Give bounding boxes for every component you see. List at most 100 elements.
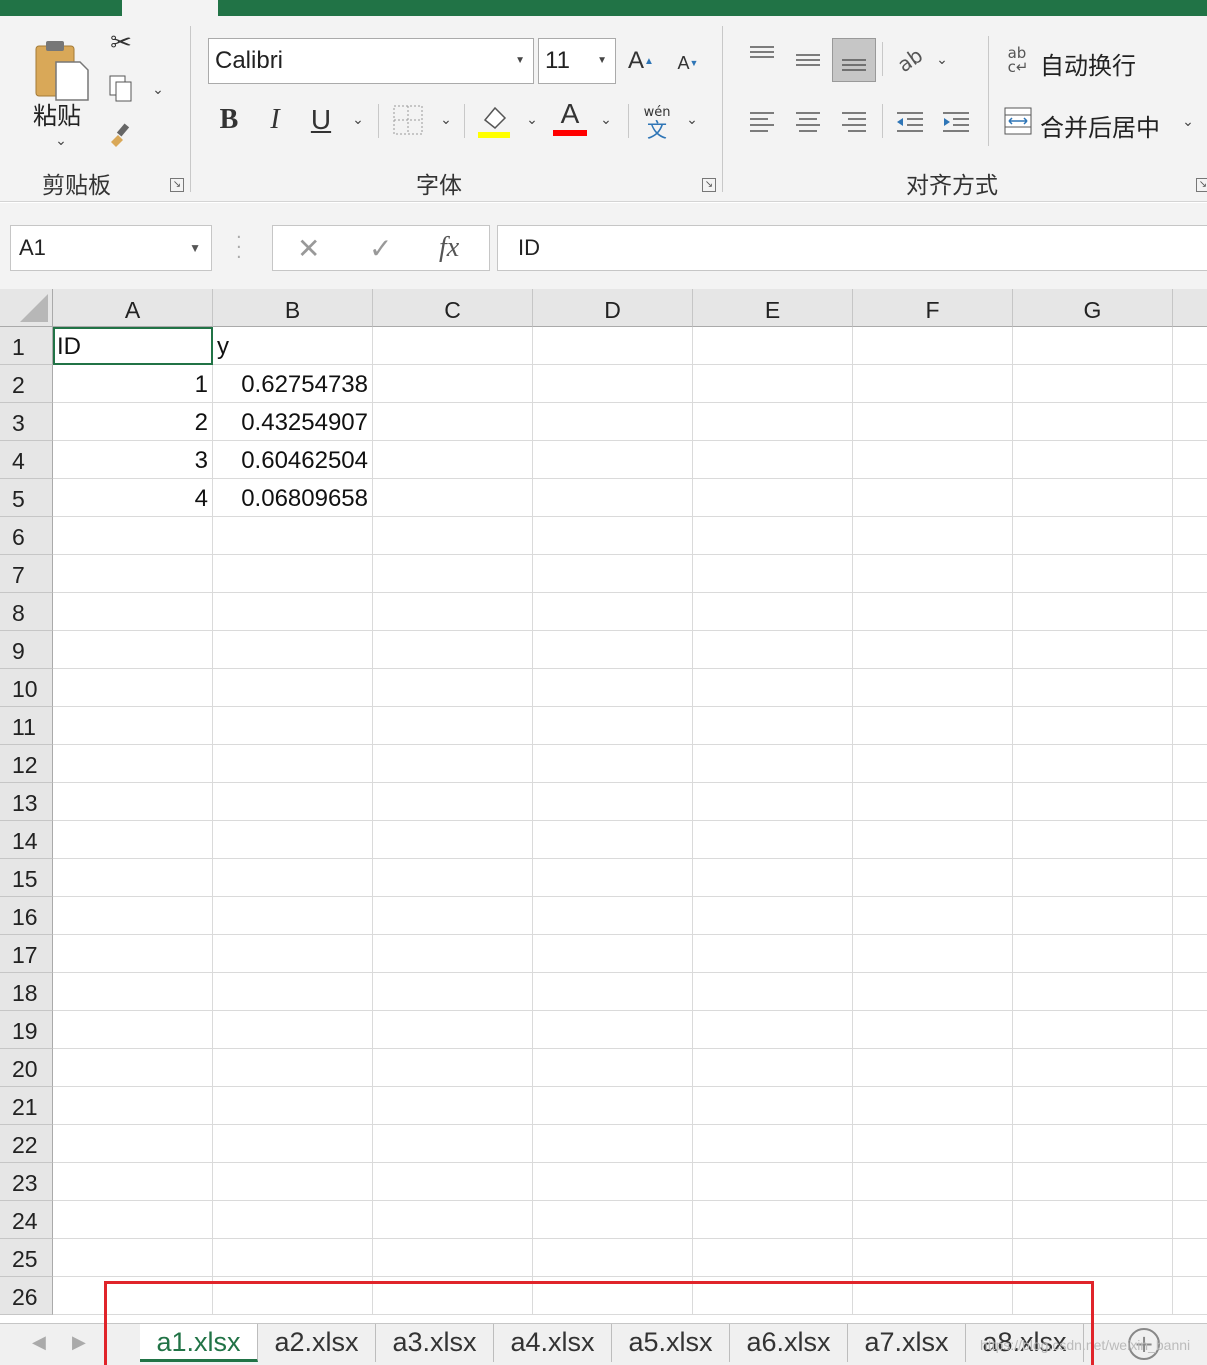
paste-dropdown-chevron-icon[interactable]: ⌄ xyxy=(54,133,68,149)
row-header-8[interactable]: 8 xyxy=(0,593,53,631)
cell-c25[interactable] xyxy=(373,1239,533,1277)
cell-g9[interactable] xyxy=(1013,631,1173,669)
cell-e24[interactable] xyxy=(693,1201,853,1239)
wrap-text-button[interactable]: 自动换行 xyxy=(1040,46,1136,81)
cell-h22[interactable] xyxy=(1173,1125,1207,1163)
select-all-button[interactable] xyxy=(0,289,53,327)
cell-g1[interactable] xyxy=(1013,327,1173,365)
cell-g2[interactable] xyxy=(1013,365,1173,403)
cell-h11[interactable] xyxy=(1173,707,1207,745)
row-header-17[interactable]: 17 xyxy=(0,935,53,973)
cell-c2[interactable] xyxy=(373,365,533,403)
cell-b22[interactable] xyxy=(213,1125,373,1163)
cell-d6[interactable] xyxy=(533,517,693,555)
row-header-11[interactable]: 11 xyxy=(0,707,53,745)
cell-h16[interactable] xyxy=(1173,897,1207,935)
cell-c15[interactable] xyxy=(373,859,533,897)
cell-f20[interactable] xyxy=(853,1049,1013,1087)
cell-d3[interactable] xyxy=(533,403,693,441)
cell-a12[interactable] xyxy=(53,745,213,783)
cell-b20[interactable] xyxy=(213,1049,373,1087)
align-center-icon[interactable] xyxy=(792,108,824,136)
cell-a4[interactable]: 3 xyxy=(53,441,213,479)
align-left-icon[interactable] xyxy=(746,108,778,136)
cell-c19[interactable] xyxy=(373,1011,533,1049)
cell-b13[interactable] xyxy=(213,783,373,821)
cell-f7[interactable] xyxy=(853,555,1013,593)
cell-d23[interactable] xyxy=(533,1163,693,1201)
cell-a6[interactable] xyxy=(53,517,213,555)
row-header-20[interactable]: 20 xyxy=(0,1049,53,1087)
cell-g15[interactable] xyxy=(1013,859,1173,897)
cell-e4[interactable] xyxy=(693,441,853,479)
cell-a25[interactable] xyxy=(53,1239,213,1277)
sheet-tab-6[interactable]: a6.xlsx xyxy=(730,1324,848,1362)
cell-h24[interactable] xyxy=(1173,1201,1207,1239)
cell-c24[interactable] xyxy=(373,1201,533,1239)
row-header-12[interactable]: 12 xyxy=(0,745,53,783)
merge-center-button[interactable]: 合并后居中 xyxy=(1040,108,1160,143)
column-header-g[interactable]: G xyxy=(1013,289,1173,327)
cell-f11[interactable] xyxy=(853,707,1013,745)
underline-button[interactable]: U xyxy=(304,100,338,140)
cell-c20[interactable] xyxy=(373,1049,533,1087)
cell-d10[interactable] xyxy=(533,669,693,707)
row-header-4[interactable]: 4 xyxy=(0,441,53,479)
cell-a24[interactable] xyxy=(53,1201,213,1239)
row-header-22[interactable]: 22 xyxy=(0,1125,53,1163)
cell-g17[interactable] xyxy=(1013,935,1173,973)
cell-d14[interactable] xyxy=(533,821,693,859)
cell-c6[interactable] xyxy=(373,517,533,555)
cell-b24[interactable] xyxy=(213,1201,373,1239)
cell-c16[interactable] xyxy=(373,897,533,935)
cell-f6[interactable] xyxy=(853,517,1013,555)
insert-function-icon[interactable]: fx xyxy=(439,232,459,264)
cell-c12[interactable] xyxy=(373,745,533,783)
cell-b23[interactable] xyxy=(213,1163,373,1201)
sheet-tab-3[interactable]: a3.xlsx xyxy=(376,1324,494,1362)
phonetic-guide-button[interactable]: wén 文 xyxy=(640,102,674,142)
cell-h17[interactable] xyxy=(1173,935,1207,973)
cell-f13[interactable] xyxy=(853,783,1013,821)
sheet-tab-1[interactable]: a1.xlsx xyxy=(140,1324,258,1362)
cell-a19[interactable] xyxy=(53,1011,213,1049)
align-right-icon[interactable] xyxy=(838,108,870,136)
sheet-tab-4[interactable]: a4.xlsx xyxy=(494,1324,612,1362)
row-header-25[interactable]: 25 xyxy=(0,1239,53,1277)
cell-e9[interactable] xyxy=(693,631,853,669)
cell-a15[interactable] xyxy=(53,859,213,897)
cell-h8[interactable] xyxy=(1173,593,1207,631)
wrap-text-icon[interactable]: ab c↵ xyxy=(1004,44,1032,76)
cell-f1[interactable] xyxy=(853,327,1013,365)
decrease-indent-icon[interactable] xyxy=(894,108,926,136)
formula-input[interactable]: ID xyxy=(497,225,1207,271)
cell-g3[interactable] xyxy=(1013,403,1173,441)
cell-h10[interactable] xyxy=(1173,669,1207,707)
cell-f24[interactable] xyxy=(853,1201,1013,1239)
cell-h18[interactable] xyxy=(1173,973,1207,1011)
cell-h20[interactable] xyxy=(1173,1049,1207,1087)
row-header-6[interactable]: 6 xyxy=(0,517,53,555)
clipboard-launcher-icon[interactable]: ↘ xyxy=(170,178,184,192)
cell-g25[interactable] xyxy=(1013,1239,1173,1277)
enter-icon[interactable]: ✓ xyxy=(369,232,392,265)
cell-e11[interactable] xyxy=(693,707,853,745)
cell-g22[interactable] xyxy=(1013,1125,1173,1163)
cell-c4[interactable] xyxy=(373,441,533,479)
cell-c21[interactable] xyxy=(373,1087,533,1125)
cell-f21[interactable] xyxy=(853,1087,1013,1125)
grow-font-button[interactable]: A ▲ xyxy=(626,44,656,78)
cell-h21[interactable] xyxy=(1173,1087,1207,1125)
cell-b3[interactable]: 0.43254907 xyxy=(213,403,373,441)
cell-h3[interactable] xyxy=(1173,403,1207,441)
cell-e15[interactable] xyxy=(693,859,853,897)
cell-b9[interactable] xyxy=(213,631,373,669)
cell-h19[interactable] xyxy=(1173,1011,1207,1049)
cell-f22[interactable] xyxy=(853,1125,1013,1163)
chevron-down-icon[interactable]: ▼ xyxy=(515,39,525,83)
cell-a3[interactable]: 2 xyxy=(53,403,213,441)
cell-f2[interactable] xyxy=(853,365,1013,403)
cell-h25[interactable] xyxy=(1173,1239,1207,1277)
align-middle-icon[interactable] xyxy=(792,48,824,74)
cell-d4[interactable] xyxy=(533,441,693,479)
